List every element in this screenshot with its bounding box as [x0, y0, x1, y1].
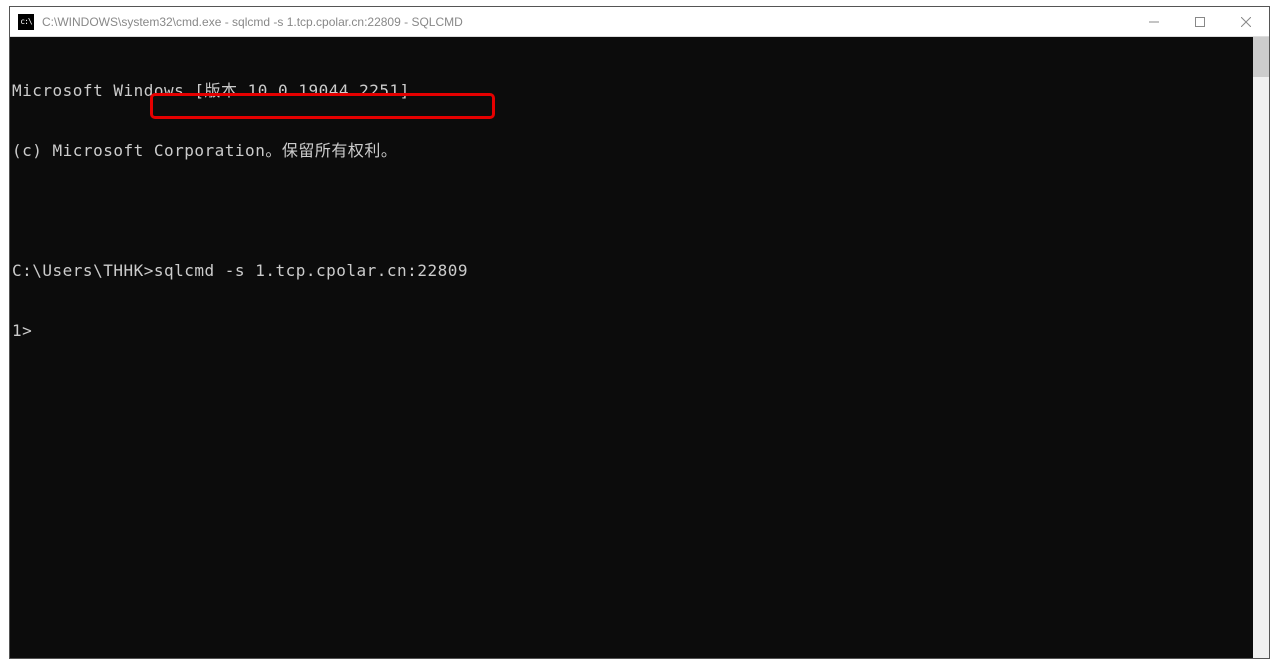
cmd-window: c:\ C:\WINDOWS\system32\cmd.exe - sqlcmd… — [9, 6, 1270, 659]
scrollbar-thumb[interactable] — [1253, 37, 1269, 77]
close-button[interactable] — [1223, 7, 1269, 36]
window-title: C:\WINDOWS\system32\cmd.exe - sqlcmd -s … — [42, 15, 1131, 29]
entered-command: sqlcmd -s 1.tcp.cpolar.cn:22809 — [154, 261, 468, 280]
terminal-line: C:\Users\THHK>sqlcmd -s 1.tcp.cpolar.cn:… — [12, 261, 1253, 281]
terminal-line: Microsoft Windows [版本 10.0.19044.2251] — [12, 81, 1253, 101]
minimize-button[interactable] — [1131, 7, 1177, 36]
terminal-line — [12, 201, 1253, 221]
close-icon — [1241, 17, 1251, 27]
terminal-container: Microsoft Windows [版本 10.0.19044.2251] (… — [10, 37, 1269, 658]
window-controls — [1131, 7, 1269, 36]
vertical-scrollbar[interactable] — [1253, 37, 1269, 658]
maximize-button[interactable] — [1177, 7, 1223, 36]
titlebar[interactable]: c:\ C:\WINDOWS\system32\cmd.exe - sqlcmd… — [10, 7, 1269, 37]
prompt-path: C:\Users\THHK> — [12, 261, 154, 280]
minimize-icon — [1149, 17, 1159, 27]
cmd-icon: c:\ — [18, 14, 34, 30]
maximize-icon — [1195, 17, 1205, 27]
terminal-body[interactable]: Microsoft Windows [版本 10.0.19044.2251] (… — [10, 37, 1253, 658]
sqlcmd-prompt: 1> — [12, 321, 1253, 341]
terminal-line: (c) Microsoft Corporation。保留所有权利。 — [12, 141, 1253, 161]
